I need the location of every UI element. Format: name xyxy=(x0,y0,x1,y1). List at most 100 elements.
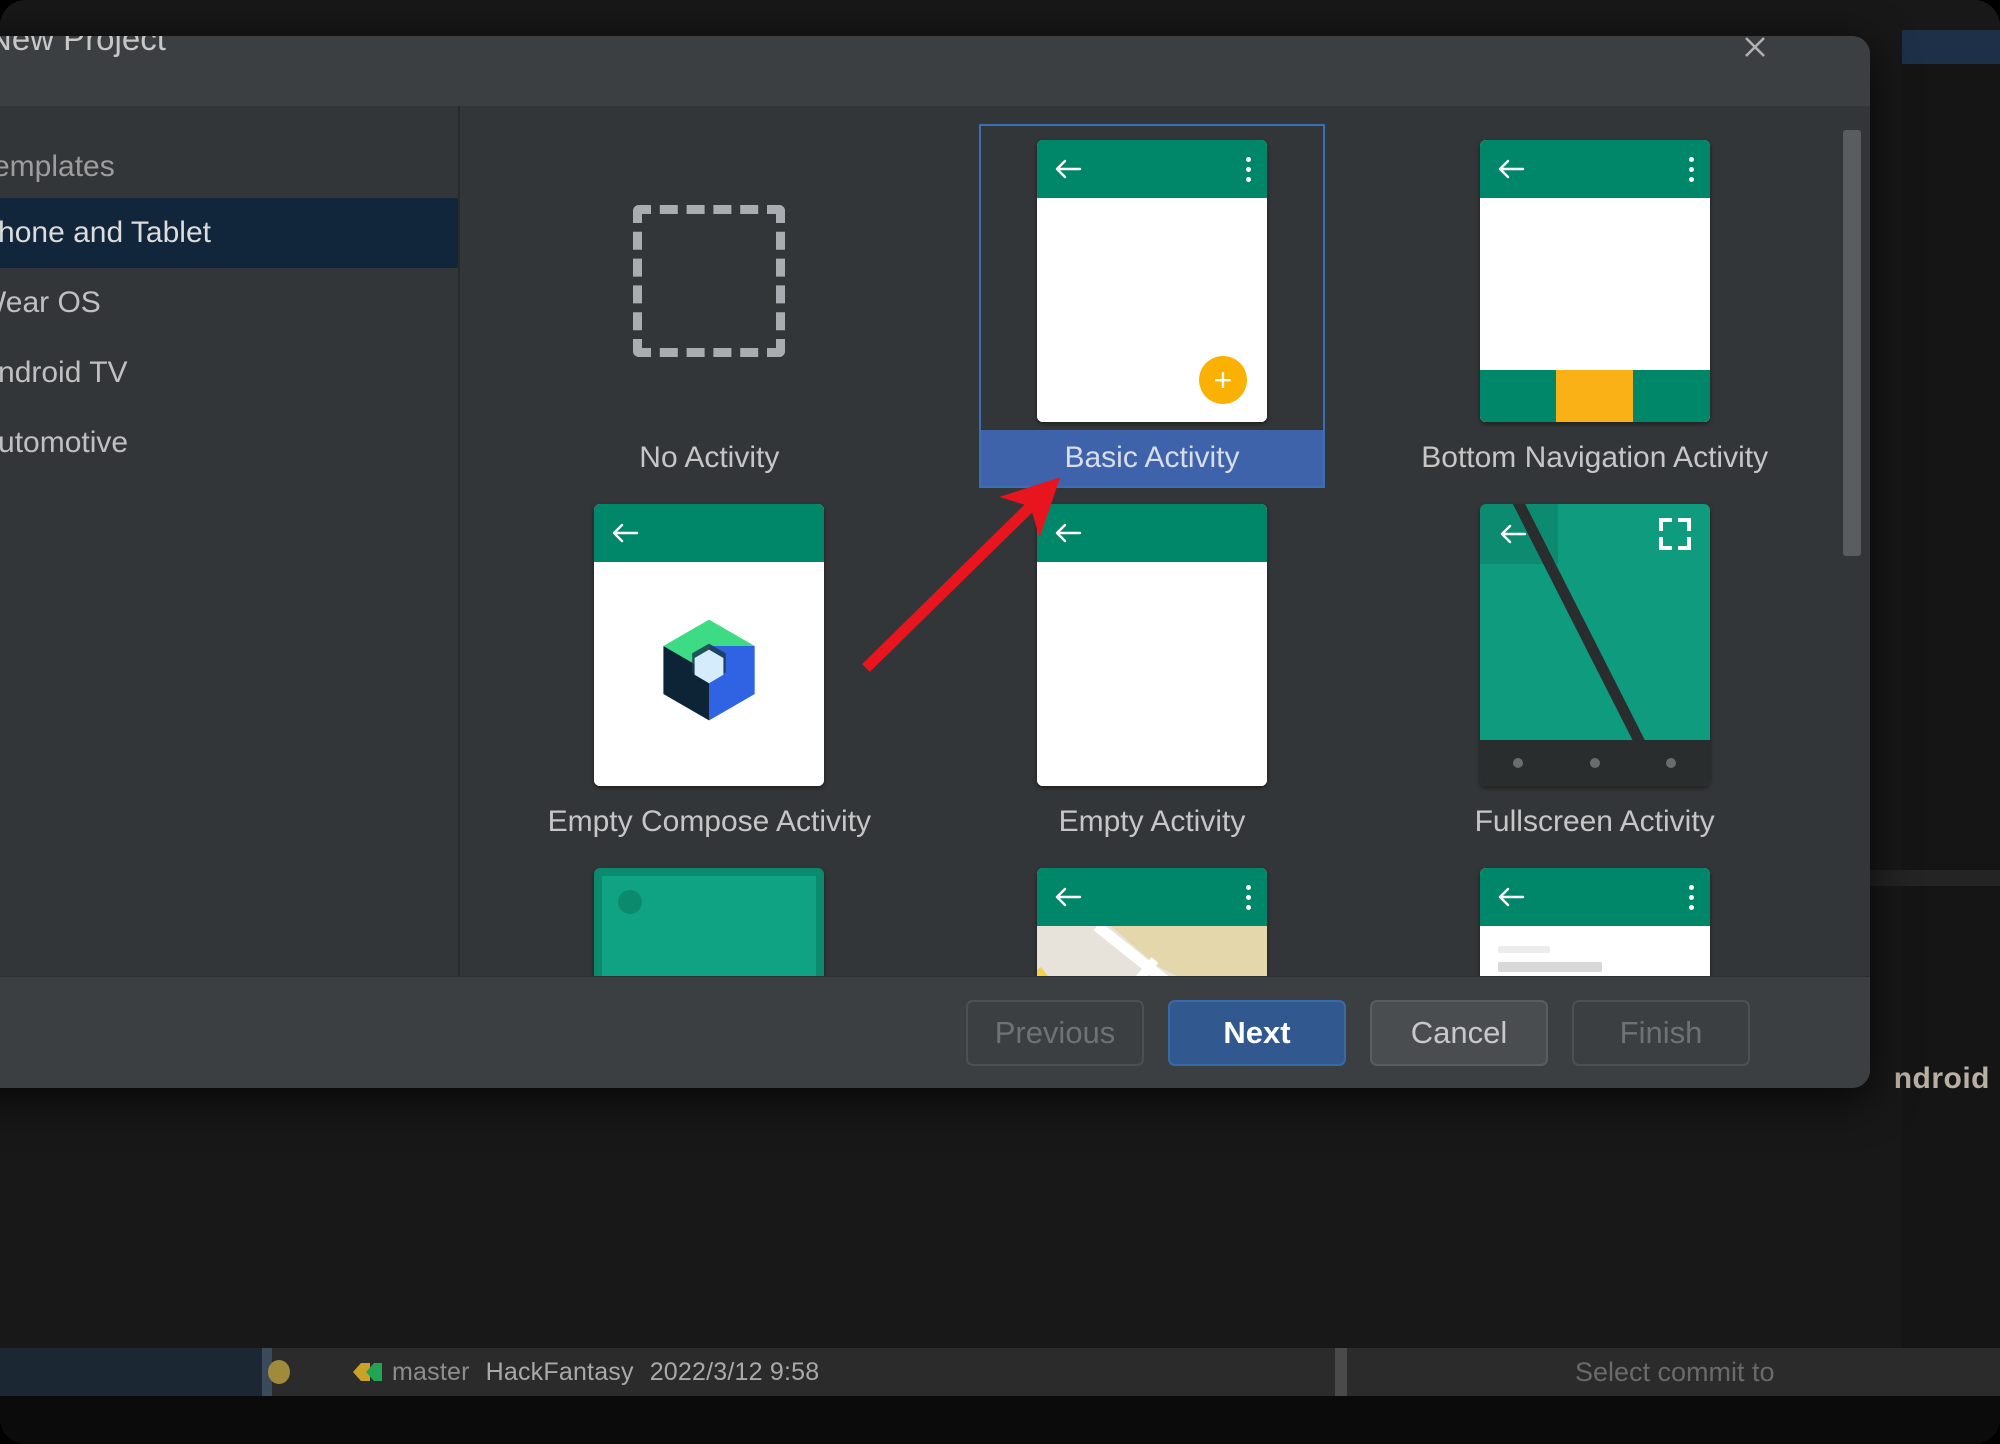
template-frame: Bottom Navigation Activity xyxy=(1422,124,1768,488)
template-card-google-maps-activity[interactable] xyxy=(931,852,1374,976)
status-left-block xyxy=(0,1348,262,1396)
template-card-empty-compose-activity[interactable]: Empty Compose Activity xyxy=(488,488,931,852)
next-button[interactable]: Next xyxy=(1168,1000,1346,1066)
template-frame xyxy=(979,852,1325,976)
form-value-placeholder xyxy=(1498,962,1602,972)
phone-content xyxy=(1480,198,1710,422)
cancel-button[interactable]: Cancel xyxy=(1370,1000,1548,1066)
phone-preview-compose xyxy=(594,504,824,786)
back-arrow-icon xyxy=(1053,520,1083,546)
template-frame: Empty Activity xyxy=(979,488,1325,852)
overflow-menu-icon xyxy=(1689,885,1694,910)
ad-close-dot-icon xyxy=(618,890,642,914)
template-frame xyxy=(1422,852,1768,976)
phone-content xyxy=(1480,926,1710,976)
template-thumbnail xyxy=(1424,860,1766,976)
previous-button[interactable]: Previous xyxy=(966,1000,1144,1066)
phone-preview-google-maps xyxy=(1037,868,1267,976)
template-thumbnail: + xyxy=(981,132,1323,430)
template-frame: Empty Compose Activity xyxy=(536,488,882,852)
template-card-no-activity[interactable]: No Activity xyxy=(488,124,931,488)
template-frame: + Basic Activity xyxy=(979,124,1325,488)
back-arrow-icon xyxy=(1053,156,1083,182)
nav-dot xyxy=(1513,758,1523,768)
ide-horizontal-divider xyxy=(1860,870,2000,886)
ide-status-bar: master HackFantasy 2022/3/12 9:58 Select… xyxy=(0,1348,2000,1396)
vcs-branch-prefix: master xyxy=(392,1358,470,1387)
template-thumbnail xyxy=(981,496,1323,794)
map-graphic xyxy=(1037,926,1267,976)
back-arrow-icon xyxy=(1498,521,1528,547)
vcs-indicator-dot xyxy=(268,1360,290,1384)
sidebar-item-android-tv[interactable]: Android TV xyxy=(0,338,458,408)
dialog-body: Templates Phone and Tablet Wear OS Andro… xyxy=(0,106,1870,976)
fullscreen-expand-icon xyxy=(1658,517,1692,551)
template-card-basic-activity[interactable]: + Basic Activity xyxy=(931,124,1374,488)
sidebar-item-automotive[interactable]: Automotive xyxy=(0,408,458,478)
app-bar xyxy=(1037,140,1267,198)
phone-preview-login xyxy=(1480,868,1710,976)
bottom-nav-item xyxy=(1480,370,1557,422)
template-thumbnail: Interstitial Ad xyxy=(538,860,880,976)
ide-bottom-black-bar xyxy=(0,1396,2000,1444)
app-bar xyxy=(1037,868,1267,926)
vcs-timestamp: 2022/3/12 9:58 xyxy=(650,1358,820,1387)
phone-preview-basic: + xyxy=(1037,140,1267,422)
template-label: Bottom Navigation Activity xyxy=(1424,430,1766,486)
phone-preview-empty xyxy=(1037,504,1267,786)
floating-action-button-icon: + xyxy=(1199,356,1247,404)
template-card-empty-activity[interactable]: Empty Activity xyxy=(931,488,1374,852)
template-frame: No Activity xyxy=(536,124,882,488)
template-thumbnail xyxy=(981,860,1323,976)
fullscreen-top-bar xyxy=(1480,504,1710,564)
template-thumbnail xyxy=(1424,496,1766,794)
bottom-nav-item-active xyxy=(1556,370,1633,422)
dialog-title-bar: New Project xyxy=(0,36,1870,106)
phone-preview-bottom-nav xyxy=(1480,140,1710,422)
template-label: Fullscreen Activity xyxy=(1424,794,1766,850)
templates-scrollbar-track[interactable] xyxy=(1844,106,1866,976)
sidebar-item-phone-and-tablet[interactable]: Phone and Tablet xyxy=(0,198,458,268)
android-word-fragment: ndroid xyxy=(1894,1062,1990,1096)
template-card-bottom-navigation-activity[interactable]: Bottom Navigation Activity xyxy=(1373,124,1816,488)
template-label: Empty Activity xyxy=(981,794,1323,850)
template-thumbnail xyxy=(538,132,880,430)
template-frame: Fullscreen Activity xyxy=(1422,488,1768,852)
finish-button[interactable]: Finish xyxy=(1572,1000,1750,1066)
phone-content xyxy=(1037,562,1267,786)
template-card-interstitial-ad-activity[interactable]: Interstitial Ad xyxy=(488,852,931,976)
back-arrow-icon xyxy=(610,520,640,546)
close-icon[interactable] xyxy=(1732,36,1778,70)
template-frame: Interstitial Ad xyxy=(536,852,882,976)
overflow-menu-icon xyxy=(1246,885,1251,910)
dialog-title: New Project xyxy=(0,36,166,58)
templates-grid: No Activity xyxy=(460,106,1844,976)
bottom-nav-item xyxy=(1633,370,1710,422)
app-bar xyxy=(1480,868,1710,926)
vcs-branch-name: HackFantasy xyxy=(486,1358,634,1387)
templates-scrollbar-thumb[interactable] xyxy=(1843,130,1861,556)
app-bar xyxy=(1480,140,1710,198)
map-canvas xyxy=(1037,926,1267,976)
bottom-navigation-bar xyxy=(1480,370,1710,422)
status-divider-right xyxy=(1335,1348,1347,1396)
sidebar-item-label: Automotive xyxy=(0,426,128,460)
template-label: Basic Activity xyxy=(981,430,1323,486)
template-thumbnail xyxy=(538,496,880,794)
ide-right-panel-strip xyxy=(1902,64,2000,1348)
sidebar-heading: Templates xyxy=(0,150,115,184)
sidebar-item-label: Phone and Tablet xyxy=(0,216,211,250)
back-arrow-icon xyxy=(1496,156,1526,182)
template-card-fullscreen-activity[interactable]: Fullscreen Activity xyxy=(1373,488,1816,852)
sidebar-item-wear-os[interactable]: Wear OS xyxy=(0,268,458,338)
phone-content xyxy=(594,562,824,786)
sidebar-list: Phone and Tablet Wear OS Android TV Auto… xyxy=(0,198,458,478)
fullscreen-bottom-bar xyxy=(1480,740,1710,786)
dashed-square-icon xyxy=(633,205,785,357)
template-card-login-activity[interactable] xyxy=(1373,852,1816,976)
back-arrow-icon xyxy=(1053,884,1083,910)
phone-content: + xyxy=(1037,198,1267,422)
nav-dot xyxy=(1666,758,1676,768)
overflow-menu-icon xyxy=(1689,157,1694,182)
template-thumbnail xyxy=(1424,132,1766,430)
